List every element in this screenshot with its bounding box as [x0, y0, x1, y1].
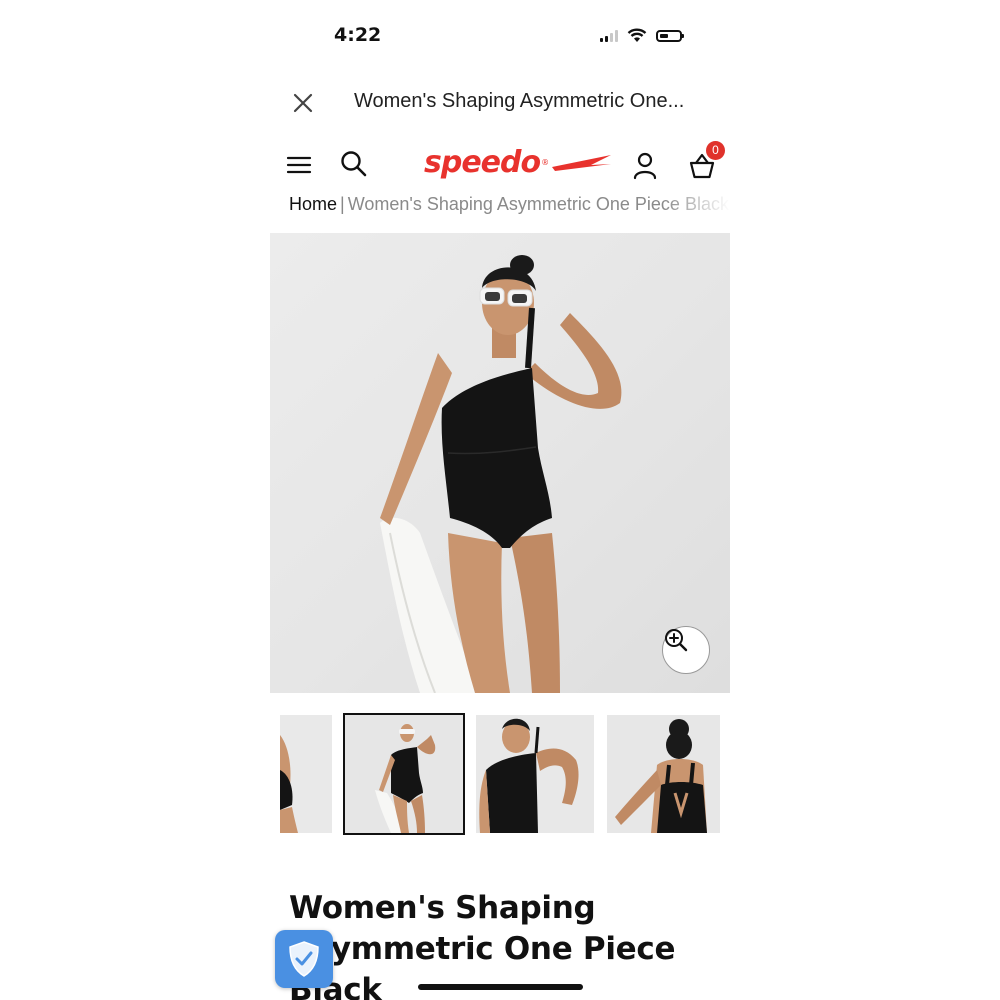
thumbnail-image[interactable]	[476, 715, 594, 833]
close-button[interactable]	[290, 90, 316, 116]
breadcrumb: Home | Women's Shaping Asymmetric One Piec…	[289, 194, 730, 215]
zoom-button[interactable]	[662, 626, 710, 674]
thumbnail-strip	[270, 713, 730, 835]
logo-wordmark: speedo	[424, 144, 541, 180]
close-icon	[293, 93, 313, 113]
breadcrumb-home-link[interactable]: Home	[289, 194, 337, 214]
wifi-icon	[627, 28, 647, 42]
zoom-in-icon	[665, 629, 688, 652]
account-button[interactable]	[632, 152, 658, 180]
mobile-screen: 4:22 Women's Shaping Asymmetric One... s…	[270, 0, 730, 1000]
status-time: 4:22	[334, 24, 382, 46]
hamburger-menu-icon	[286, 156, 312, 174]
search-button[interactable]	[340, 150, 368, 178]
shield-check-icon	[289, 941, 319, 977]
breadcrumb-current: Women's Shaping Asymmetric One Piece Bla…	[347, 194, 729, 214]
home-indicator[interactable]	[418, 984, 583, 990]
breadcrumb-separator: |	[340, 194, 345, 214]
cellular-signal-icon	[600, 29, 618, 42]
menu-button[interactable]	[286, 152, 312, 178]
search-icon	[341, 151, 367, 177]
battery-icon	[656, 29, 684, 42]
user-account-icon	[633, 152, 657, 180]
thumbnail-image-selected[interactable]	[343, 713, 465, 835]
status-icons	[600, 28, 684, 43]
model-photo	[380, 255, 622, 693]
cart-count-badge: 0	[706, 141, 725, 160]
boomerang-logo-icon	[552, 155, 612, 171]
product-main-image[interactable]	[270, 233, 730, 693]
speedo-logo[interactable]: speedo ®	[424, 142, 613, 182]
thumbnail-image[interactable]	[607, 715, 720, 833]
thumbnail-image[interactable]	[280, 715, 332, 833]
page-title: Women's Shaping Asymmetric One...	[354, 90, 685, 112]
trust-badge-button[interactable]	[275, 930, 333, 988]
